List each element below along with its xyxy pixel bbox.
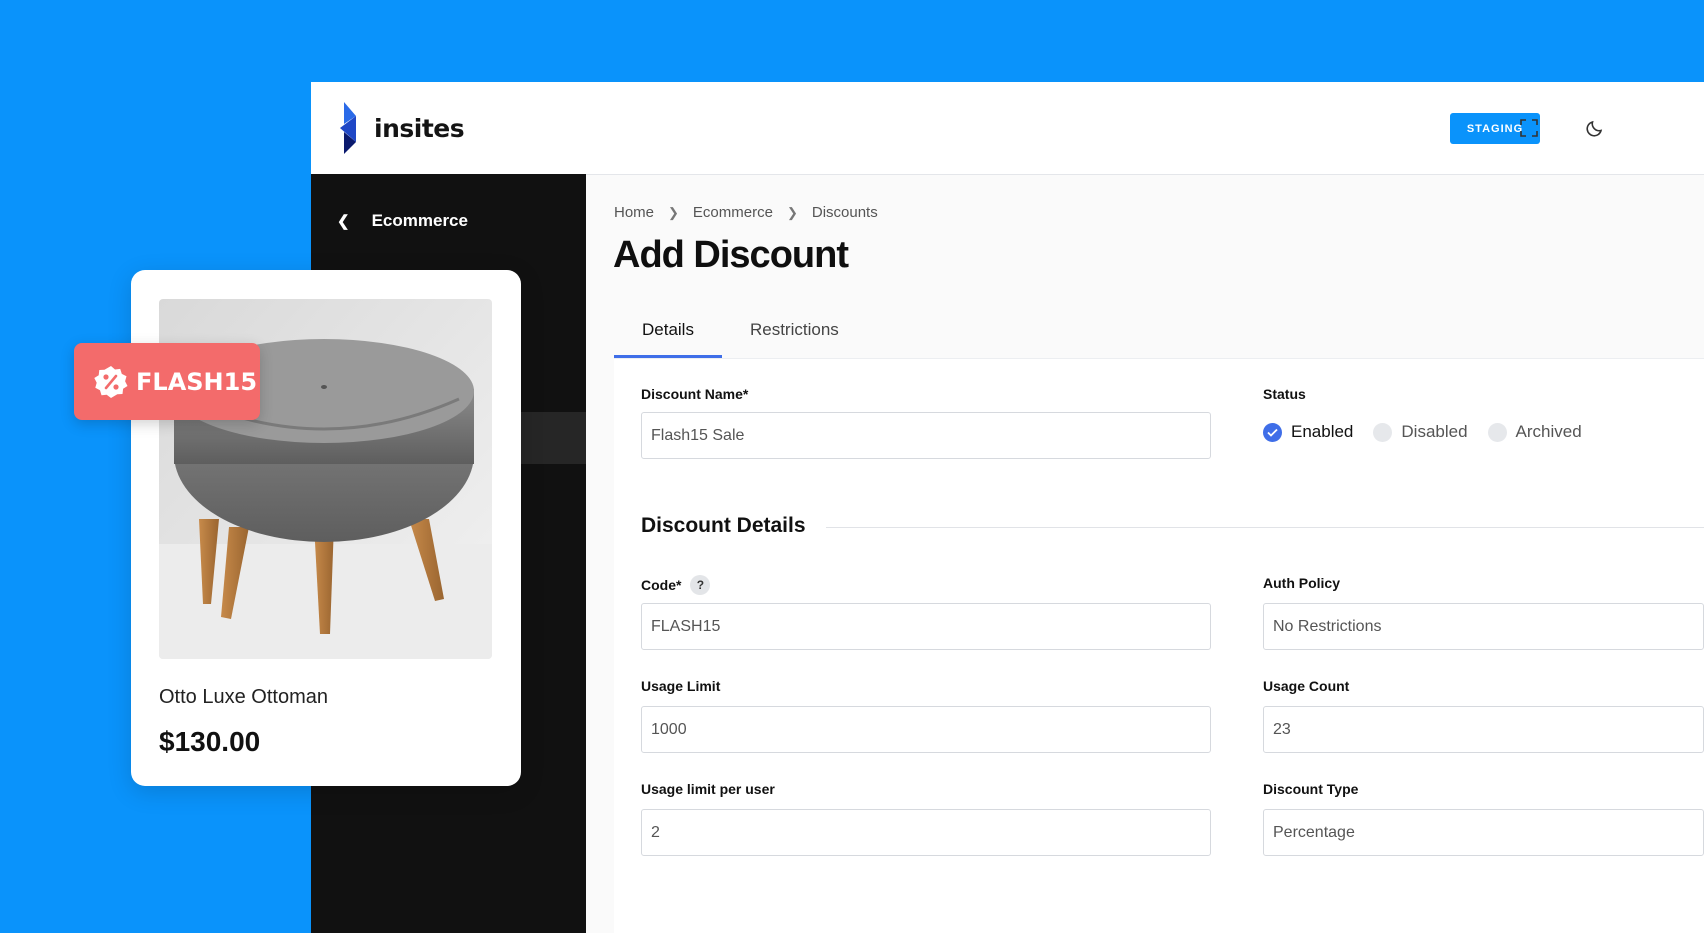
sidebar-back-ecommerce[interactable]: ❮ Ecommerce bbox=[337, 211, 468, 231]
product-price: $130.00 bbox=[159, 726, 261, 757]
form-panel: Discount Name* Flash15 Sale Status Enabl… bbox=[614, 358, 1704, 933]
status-radio-group: Enabled Disabled Archived bbox=[1263, 422, 1602, 442]
chevron-right-icon: ❯ bbox=[786, 204, 798, 220]
discount-name-label: Discount Name* bbox=[641, 386, 749, 402]
usage-count-label: Usage Count bbox=[1263, 678, 1350, 694]
coupon-badge: FLASH15 bbox=[74, 343, 260, 420]
percent-badge-icon bbox=[94, 365, 128, 398]
brand-name: insites bbox=[374, 113, 465, 143]
usage-limit-per-user-input[interactable]: 2 bbox=[641, 809, 1211, 856]
brand-logo[interactable]: insites bbox=[338, 100, 465, 156]
top-bar: insites STAGING bbox=[311, 82, 1704, 174]
chevron-left-icon: ❮ bbox=[337, 213, 350, 230]
page-title: Add Discount bbox=[613, 234, 849, 276]
code-label: Code* ? bbox=[641, 575, 711, 595]
auth-policy-select[interactable]: No Restrictions bbox=[1263, 603, 1704, 650]
breadcrumb: Home ❯ Ecommerce ❯ Discounts bbox=[614, 204, 878, 221]
usage-limit-input[interactable]: 1000 bbox=[641, 706, 1211, 753]
section-divider bbox=[826, 527, 1704, 528]
discount-type-label: Discount Type bbox=[1263, 781, 1359, 797]
radio-empty-icon bbox=[1373, 422, 1393, 442]
status-disabled-radio[interactable]: Disabled bbox=[1373, 422, 1468, 442]
discount-name-input[interactable]: Flash15 Sale bbox=[641, 412, 1211, 459]
status-enabled-radio[interactable]: Enabled bbox=[1263, 422, 1353, 442]
usage-limit-label: Usage Limit bbox=[641, 678, 721, 694]
breadcrumb-home[interactable]: Home bbox=[614, 204, 654, 221]
code-label-text: Code* bbox=[641, 577, 682, 593]
check-icon bbox=[1263, 422, 1282, 442]
usage-count-input[interactable]: 23 bbox=[1263, 706, 1704, 753]
breadcrumb-ecommerce[interactable]: Ecommerce bbox=[693, 204, 773, 221]
main-content: Home ❯ Ecommerce ❯ Discounts Add Discoun… bbox=[586, 174, 1704, 933]
discount-type-select[interactable]: Percentage bbox=[1263, 809, 1704, 856]
expand-icon[interactable] bbox=[1517, 116, 1541, 140]
status-archived-label: Archived bbox=[1515, 422, 1582, 441]
auth-policy-label: Auth Policy bbox=[1263, 575, 1341, 591]
section-title: Discount Details bbox=[641, 514, 806, 537]
status-disabled-label: Disabled bbox=[1401, 422, 1468, 441]
insites-logo-icon bbox=[340, 102, 356, 154]
moon-icon[interactable] bbox=[1583, 116, 1607, 140]
product-name: Otto Luxe Ottoman bbox=[159, 686, 328, 708]
status-label: Status bbox=[1263, 386, 1306, 402]
tab-restrictions[interactable]: Restrictions bbox=[722, 312, 867, 358]
chevron-right-icon: ❯ bbox=[668, 204, 679, 220]
coupon-code: FLASH15 bbox=[136, 367, 258, 396]
breadcrumb-discounts[interactable]: Discounts bbox=[812, 204, 878, 221]
sidebar-back-label: Ecommerce bbox=[371, 211, 468, 230]
help-icon[interactable]: ? bbox=[690, 575, 711, 595]
status-enabled-label: Enabled bbox=[1291, 422, 1354, 441]
usage-limit-per-user-label: Usage limit per user bbox=[641, 781, 775, 797]
code-input[interactable]: FLASH15 bbox=[641, 603, 1211, 650]
radio-empty-icon bbox=[1487, 422, 1507, 442]
status-archived-radio[interactable]: Archived bbox=[1487, 422, 1582, 442]
tab-details[interactable]: Details bbox=[614, 312, 722, 358]
tab-bar: Details Restrictions bbox=[614, 312, 1704, 358]
